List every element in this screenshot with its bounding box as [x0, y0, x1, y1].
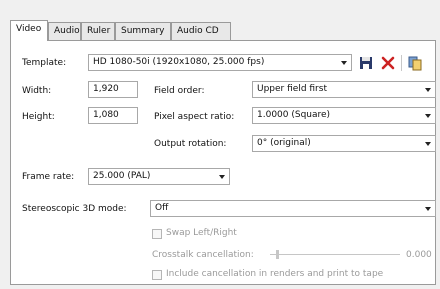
template-label: Template: [22, 58, 67, 68]
tab-ruler[interactable]: Ruler [81, 22, 115, 40]
save-icon[interactable] [358, 55, 374, 71]
pixel-aspect-label: Pixel aspect ratio: [154, 112, 235, 122]
copy-icon[interactable] [407, 55, 423, 71]
tab-summary[interactable]: Summary [115, 22, 171, 40]
video-settings-panel [10, 40, 436, 285]
output-rotation-label: Output rotation: [154, 139, 227, 149]
tab-ruler-label: Ruler [87, 26, 111, 36]
include-cancellation-checkbox[interactable] [152, 270, 162, 280]
chevron-down-icon [425, 114, 431, 118]
pixel-aspect-select[interactable]: 1.0000 (Square) [252, 107, 436, 124]
toolbar-divider [401, 55, 402, 71]
output-rotation-select[interactable]: 0° (original) [252, 135, 436, 152]
tab-video[interactable]: Video [10, 20, 48, 41]
pixel-aspect-value: 1.0000 (Square) [257, 110, 331, 120]
crosstalk-slider-track[interactable] [270, 254, 400, 255]
tab-audio[interactable]: Audio [48, 22, 81, 40]
chevron-down-icon [425, 142, 431, 146]
field-order-label: Field order: [154, 86, 205, 96]
height-field[interactable]: 1,080 [88, 107, 138, 124]
frame-rate-label: Frame rate: [22, 172, 75, 182]
field-order-value: Upper field first [257, 84, 327, 94]
width-label: Width: [22, 86, 52, 96]
crosstalk-value: 0.000 [406, 250, 432, 260]
stereo-value: Off [155, 203, 169, 213]
height-label: Height: [22, 112, 55, 122]
template-select[interactable]: HD 1080-50i (1920x1080, 25.000 fps) [88, 54, 352, 71]
output-rotation-value: 0° (original) [257, 138, 311, 148]
chevron-down-icon [341, 61, 347, 65]
chevron-down-icon [425, 207, 431, 211]
swap-checkbox[interactable] [152, 229, 162, 239]
tab-audio-cd[interactable]: Audio CD [171, 22, 231, 40]
crosstalk-label: Crosstalk cancellation: [152, 250, 254, 260]
include-cancellation-label: Include cancellation in renders and prin… [166, 269, 384, 279]
field-order-select[interactable]: Upper field first [252, 81, 436, 98]
width-field[interactable]: 1,920 [88, 81, 138, 98]
chevron-down-icon [425, 88, 431, 92]
stereo-label: Stereoscopic 3D mode: [22, 204, 127, 214]
template-value: HD 1080-50i (1920x1080, 25.000 fps) [93, 57, 265, 67]
tab-summary-label: Summary [121, 26, 165, 36]
frame-rate-select[interactable]: 25.000 (PAL) [88, 168, 230, 185]
tab-audio-label: Audio [54, 26, 80, 36]
chevron-down-icon [219, 175, 225, 179]
frame-rate-value: 25.000 (PAL) [93, 171, 151, 181]
swap-label: Swap Left/Right [166, 228, 237, 238]
tab-audio-cd-label: Audio CD [177, 26, 219, 36]
crosstalk-slider-handle[interactable] [276, 250, 279, 259]
stereo-select[interactable]: Off [150, 200, 436, 217]
delete-icon[interactable] [380, 55, 396, 71]
tab-video-label: Video [16, 24, 42, 34]
